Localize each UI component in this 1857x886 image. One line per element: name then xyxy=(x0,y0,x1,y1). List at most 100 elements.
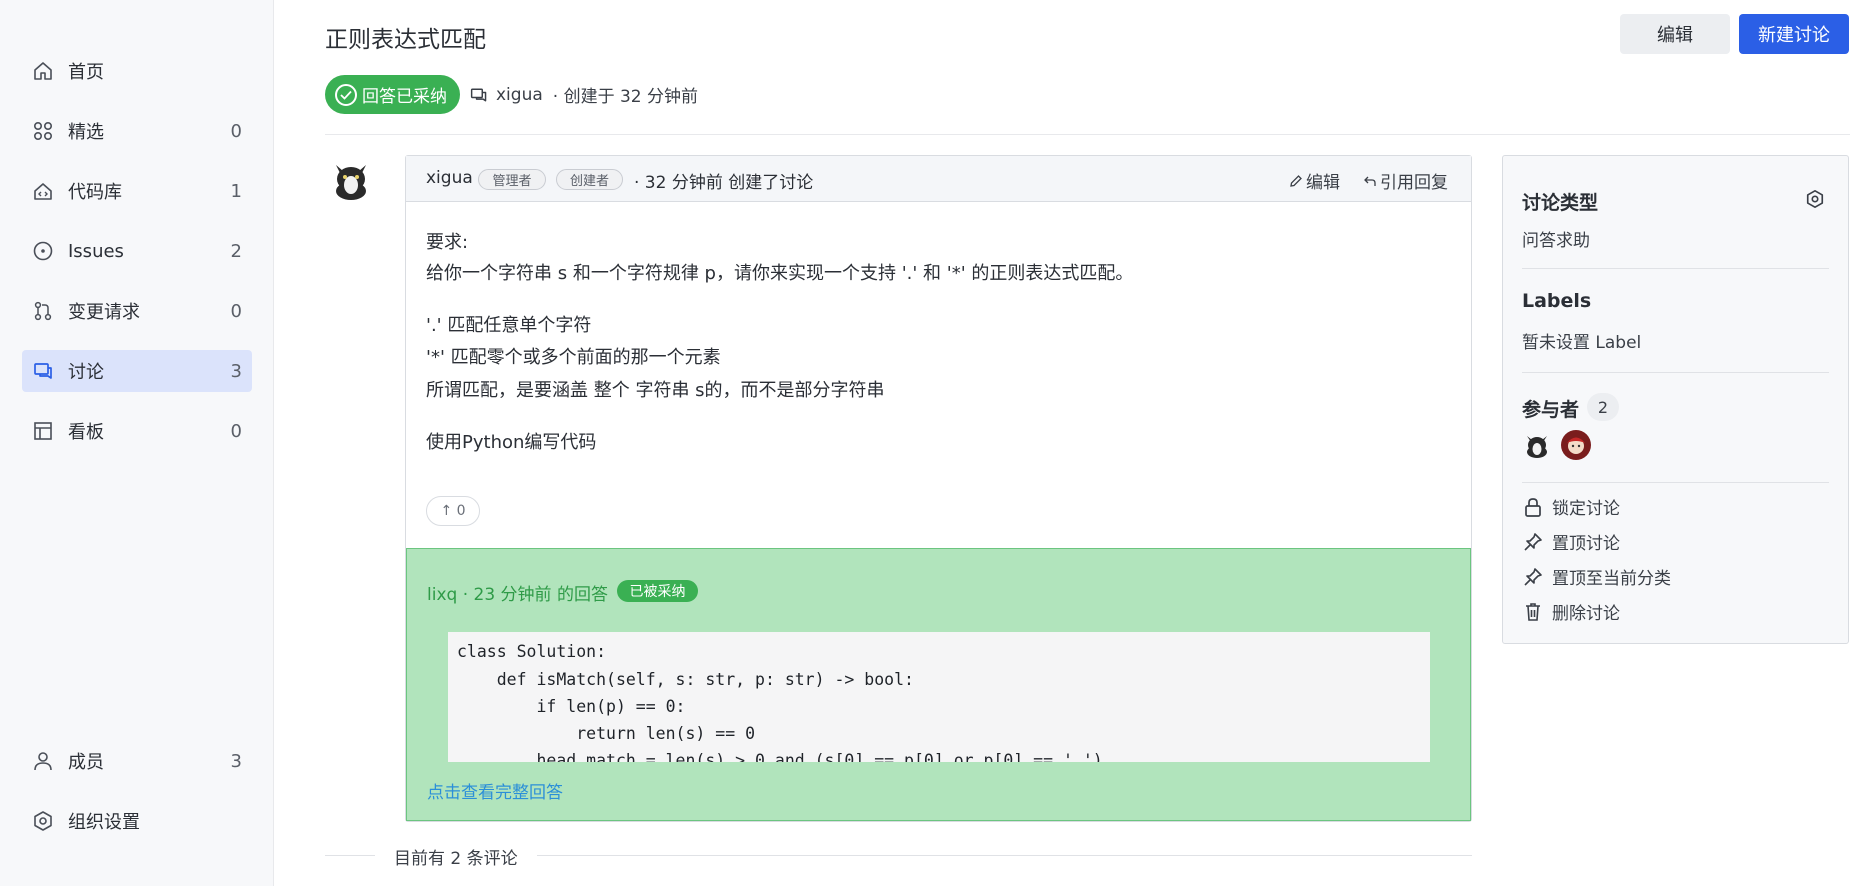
sidebar-item-org-settings[interactable]: 组织设置 xyxy=(22,800,252,842)
discussion-icon xyxy=(30,358,56,384)
divider xyxy=(1522,482,1829,483)
sidebar-item-members[interactable]: 成员 3 xyxy=(22,740,252,782)
action-label: 删除讨论 xyxy=(1552,604,1620,624)
divider xyxy=(1522,372,1829,373)
divider xyxy=(325,855,375,856)
post-body-line: 所谓匹配，是要涵盖 整个 字符串 s的，而不是部分字符串 xyxy=(426,380,885,401)
status-badge-label: 回答已采纳 xyxy=(362,87,447,107)
sidebar-item-count: 0 xyxy=(230,300,242,322)
labels-value: 暂未设置 Label xyxy=(1522,333,1642,353)
discussion-type-value: 问答求助 xyxy=(1522,231,1590,251)
gear-icon[interactable] xyxy=(1805,189,1825,209)
user-icon xyxy=(30,748,56,774)
divider xyxy=(1522,268,1829,269)
code-block: class Solution: def isMatch(self, s: str… xyxy=(448,632,1430,762)
sidebar-item-count: 3 xyxy=(230,360,242,382)
discussion-type-heading: 讨论类型 xyxy=(1522,192,1599,214)
created-time: · 创建于 32 分钟前 xyxy=(552,87,699,107)
creator-tag: 创建者 xyxy=(556,169,623,190)
lock-icon xyxy=(1522,496,1544,518)
divider xyxy=(537,855,1472,856)
code-line: head_match = len(s) > 0 and (s[0] == p[0… xyxy=(457,751,1103,762)
post-meta: · 32 分钟前 创建了讨论 xyxy=(634,173,814,193)
answer-meta: lixq · 23 分钟前 的回答 xyxy=(427,585,608,605)
sidebar-item-label: 成员 xyxy=(68,752,104,773)
admin-tag: 管理者 xyxy=(478,169,546,190)
sidebar-item-label: Issues xyxy=(68,240,124,262)
sidebar-item-home[interactable]: 首页 xyxy=(22,50,252,92)
sidebar-item-label: 看板 xyxy=(68,422,104,443)
avatar[interactable] xyxy=(1523,430,1551,458)
divider xyxy=(325,134,1850,135)
post-edit-button[interactable]: 编辑 xyxy=(1289,168,1340,193)
trash-icon xyxy=(1522,601,1544,623)
grid-icon xyxy=(30,118,56,144)
repo-icon xyxy=(30,178,56,204)
code-line: return len(s) == 0 xyxy=(457,724,756,743)
quote-reply-button[interactable]: 引用回复 xyxy=(1363,168,1448,193)
post-body-line: 要求: xyxy=(426,232,469,253)
sidebar-item-label: 组织设置 xyxy=(68,812,140,833)
pin-discussion-action[interactable]: 置顶讨论 xyxy=(1522,529,1620,554)
participants-heading: 参与者 xyxy=(1522,399,1580,421)
post-body-line: '.' 匹配任意单个字符 xyxy=(426,315,592,336)
pin-icon xyxy=(1522,532,1544,552)
new-discussion-button[interactable]: 新建讨论 xyxy=(1739,14,1849,54)
sidebar-item-count: 0 xyxy=(230,120,242,142)
reply-icon xyxy=(1363,174,1377,188)
sidebar-item-label: 首页 xyxy=(68,62,104,83)
status-badge: 回答已采纳 xyxy=(325,75,460,114)
sidebar-item-issues[interactable]: Issues 2 xyxy=(22,230,252,272)
quote-reply-label: 引用回复 xyxy=(1380,173,1448,193)
action-label: 锁定讨论 xyxy=(1552,499,1620,519)
sidebar-item-label: 讨论 xyxy=(68,362,104,383)
discussion-icon xyxy=(470,86,488,104)
board-icon xyxy=(30,418,56,444)
post-body-line: '*' 匹配零个或多个前面的那一个元素 xyxy=(426,347,721,368)
sidebar-item-discussions[interactable]: 讨论 3 xyxy=(22,350,252,392)
avatar[interactable] xyxy=(1561,430,1591,460)
delete-discussion-action[interactable]: 删除讨论 xyxy=(1522,599,1620,624)
labels-heading: Labels xyxy=(1522,290,1592,312)
sidebar-item-label: 代码库 xyxy=(68,182,122,203)
edit-button[interactable]: 编辑 xyxy=(1620,14,1730,54)
participants-count: 2 xyxy=(1587,393,1619,421)
pencil-icon xyxy=(1289,174,1303,188)
avatar[interactable] xyxy=(328,155,374,201)
code-line: if len(p) == 0: xyxy=(457,697,686,716)
view-full-answer-link[interactable]: 点击查看完整回答 xyxy=(427,778,563,803)
sidebar-item-featured[interactable]: 精选 0 xyxy=(22,110,252,152)
action-label: 置顶讨论 xyxy=(1552,534,1620,554)
code-line: class Solution: xyxy=(457,642,607,661)
post-body-line: 给你一个字符串 s 和一个字符规律 p，请你来实现一个支持 '.' 和 '*' … xyxy=(426,263,1134,284)
pull-request-icon xyxy=(30,298,56,324)
pin-to-category-action[interactable]: 置顶至当前分类 xyxy=(1522,564,1671,589)
lock-discussion-action[interactable]: 锁定讨论 xyxy=(1522,494,1620,519)
sidebar-item-count: 0 xyxy=(230,420,242,442)
sidebar-item-pull-requests[interactable]: 变更请求 0 xyxy=(22,290,252,332)
page-title: 正则表达式匹配 xyxy=(325,27,486,53)
sidebar-item-label: 精选 xyxy=(68,122,104,143)
sidebar: 首页 精选 0 代码库 1 Issues 2 变更请求 0 讨论 3 看板 0 … xyxy=(0,0,274,886)
upvote-button[interactable]: ↑ 0 xyxy=(426,496,480,526)
discussion-meta: xigua · 创建于 32 分钟前 xyxy=(470,82,698,107)
post-author[interactable]: xigua xyxy=(426,168,473,188)
post-body-line: 使用Python编写代码 xyxy=(426,432,597,453)
action-label: 置顶至当前分类 xyxy=(1552,569,1671,589)
sidebar-item-count: 2 xyxy=(230,240,242,262)
sidebar-item-board[interactable]: 看板 0 xyxy=(22,410,252,452)
sidebar-item-label: 变更请求 xyxy=(68,302,140,323)
home-icon xyxy=(30,58,56,84)
settings-icon xyxy=(30,808,56,834)
sidebar-item-count: 3 xyxy=(230,750,242,772)
accepted-badge: 已被采纳 xyxy=(617,580,698,602)
sidebar-item-repo[interactable]: 代码库 1 xyxy=(22,170,252,212)
check-circle-icon xyxy=(335,83,357,106)
author-link[interactable]: xigua xyxy=(496,85,543,105)
comment-count: 目前有 2 条评论 xyxy=(394,849,518,869)
post-edit-label: 编辑 xyxy=(1306,173,1340,193)
code-line: def isMatch(self, s: str, p: str) -> boo… xyxy=(457,670,914,689)
issue-icon xyxy=(30,238,56,264)
sidebar-item-count: 1 xyxy=(230,180,242,202)
pin-icon xyxy=(1522,567,1544,587)
